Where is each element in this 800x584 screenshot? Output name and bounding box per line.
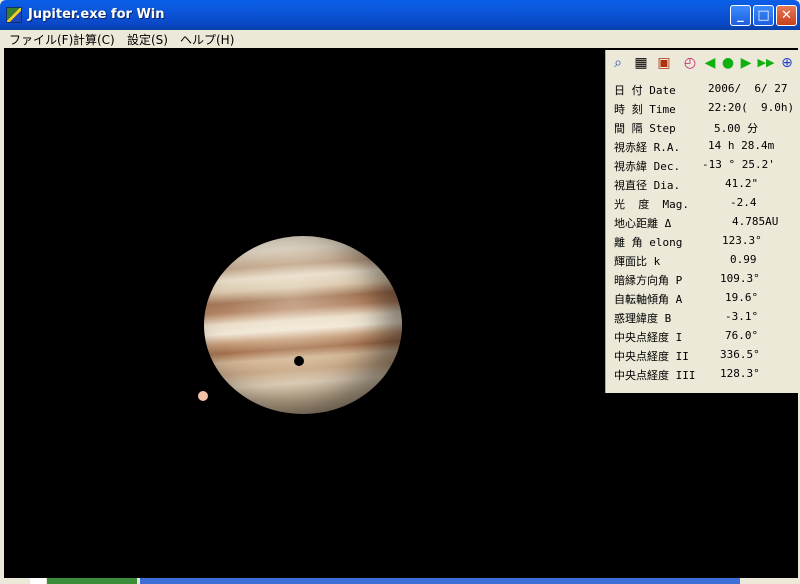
info-label: 中央点経度 I <box>614 331 683 344</box>
info-label: 中央点経度 III <box>614 369 696 382</box>
info-value: -3.1° <box>725 310 759 323</box>
fast-forward-icon[interactable]: ▶▶ <box>756 53 776 73</box>
close-button[interactable]: ✕ <box>776 5 797 26</box>
window-title: Jupiter.exe for Win <box>28 7 165 22</box>
info-value: 128.3° <box>720 367 760 380</box>
info-row-distance: 地心距離 Δ 4.785AU <box>614 215 794 234</box>
minimize-button[interactable]: _ <box>730 5 751 26</box>
info-row-dec: 視赤緯 Dec. -13 ° 25.2' <box>614 158 794 177</box>
info-label: 視直径 Dia. <box>614 179 681 192</box>
info-value: 4.785AU <box>732 215 779 228</box>
info-label: 自転軸傾角 A <box>614 293 683 306</box>
jupiter-planet <box>204 236 402 414</box>
info-label: 視赤経 R.A. <box>614 141 681 154</box>
info-row-time: 時 刻 Time 22:20( 9.0h) <box>614 101 794 120</box>
app-window: Jupiter.exe for Win _ □ ✕ ファイル(F) 計算(C) … <box>0 0 800 584</box>
jupiter-app-icon[interactable] <box>6 7 22 23</box>
maximize-button[interactable]: □ <box>753 5 774 26</box>
step-back-icon[interactable]: ◀ <box>700 53 720 73</box>
toolbar: ⌕ ▦ ▣ ◴ ◀ ● ▶ ▶▶ ⊕ <box>605 50 798 76</box>
info-value: 5.00 分 <box>714 122 759 135</box>
info-value: 22:20( 9.0h) <box>708 101 795 114</box>
menu-settings[interactable]: 設定(S) <box>127 31 168 48</box>
info-row-cm1: 中央点経度 I 76.0° <box>614 329 794 348</box>
info-value: 41.2" <box>725 177 759 190</box>
info-value: 123.3° <box>722 234 762 247</box>
info-label: 間 隔 Step <box>614 122 676 135</box>
grid-icon[interactable]: ▦ <box>631 53 651 73</box>
info-row-dia: 視直径 Dia. 41.2" <box>614 177 794 196</box>
menu-bar: ファイル(F) 計算(C) 設定(S) ヘルプ(H) <box>0 30 800 48</box>
taskbar-start-edge <box>30 578 46 584</box>
panel-icon[interactable]: ▣ <box>654 53 674 73</box>
info-label: 惑理緯度 B <box>614 312 672 325</box>
info-row-date: 日 付 Date 2006/ 6/ 27 <box>614 82 794 101</box>
info-row-cm3: 中央点経度 III 128.3° <box>614 367 794 386</box>
info-value: -2.4 <box>730 196 757 209</box>
info-row-k: 輝面比 k 0.99 <box>614 253 794 272</box>
menu-help[interactable]: ヘルプ(H) <box>180 31 234 48</box>
info-value: 19.6° <box>725 291 759 304</box>
info-value: 336.5° <box>720 348 760 361</box>
taskbar-start-button[interactable] <box>47 578 137 584</box>
moon-shadow-transit <box>294 356 304 366</box>
clock-icon[interactable]: ◴ <box>680 53 700 73</box>
info-value: 109.3° <box>720 272 760 285</box>
info-row-ra: 視赤経 R.A. 14 h 28.4m <box>614 139 794 158</box>
info-value: 0.99 <box>730 253 757 266</box>
info-label: 離 角 elong <box>614 236 683 249</box>
taskbar-tasks <box>140 578 740 584</box>
info-value: -13 ° 25.2' <box>702 158 775 171</box>
menu-calc[interactable]: 計算(C) <box>73 31 115 48</box>
info-label: 中央点経度 II <box>614 350 689 363</box>
info-row-p: 暗縁方向角 P 109.3° <box>614 272 794 291</box>
info-row-a: 自転軸傾角 A 19.6° <box>614 291 794 310</box>
info-label: 日 付 Date <box>614 84 676 97</box>
info-label: 視赤緯 Dec. <box>614 160 681 173</box>
info-label: 光 度 Mag. <box>614 198 689 211</box>
info-row-b: 惑理緯度 B -3.1° <box>614 310 794 329</box>
info-row-cm2: 中央点経度 II 336.5° <box>614 348 794 367</box>
menu-file[interactable]: ファイル(F) <box>9 31 73 48</box>
info-value: 2006/ 6/ 27 <box>708 82 788 95</box>
title-bar[interactable]: Jupiter.exe for Win _ □ ✕ <box>0 0 800 30</box>
info-label: 輝面比 k <box>614 255 661 268</box>
info-row-elong: 離 角 elong 123.3° <box>614 234 794 253</box>
info-row-mag: 光 度 Mag. -2.4 <box>614 196 794 215</box>
info-value: 14 h 28.4m <box>708 139 775 152</box>
stop-icon[interactable]: ● <box>718 53 738 73</box>
info-value: 76.0° <box>725 329 759 342</box>
info-label: 暗縁方向角 P <box>614 274 683 287</box>
info-label: 時 刻 Time <box>614 103 676 116</box>
info-row-step: 間 隔 Step 5.00 分 <box>614 120 794 139</box>
info-label: 地心距離 Δ <box>614 217 672 230</box>
step-forward-icon[interactable]: ▶ <box>736 53 756 73</box>
galilean-moon <box>198 391 208 401</box>
rotate-clock-icon[interactable]: ⊕ <box>777 53 797 73</box>
magnifier-icon[interactable]: ⌕ <box>608 53 628 73</box>
